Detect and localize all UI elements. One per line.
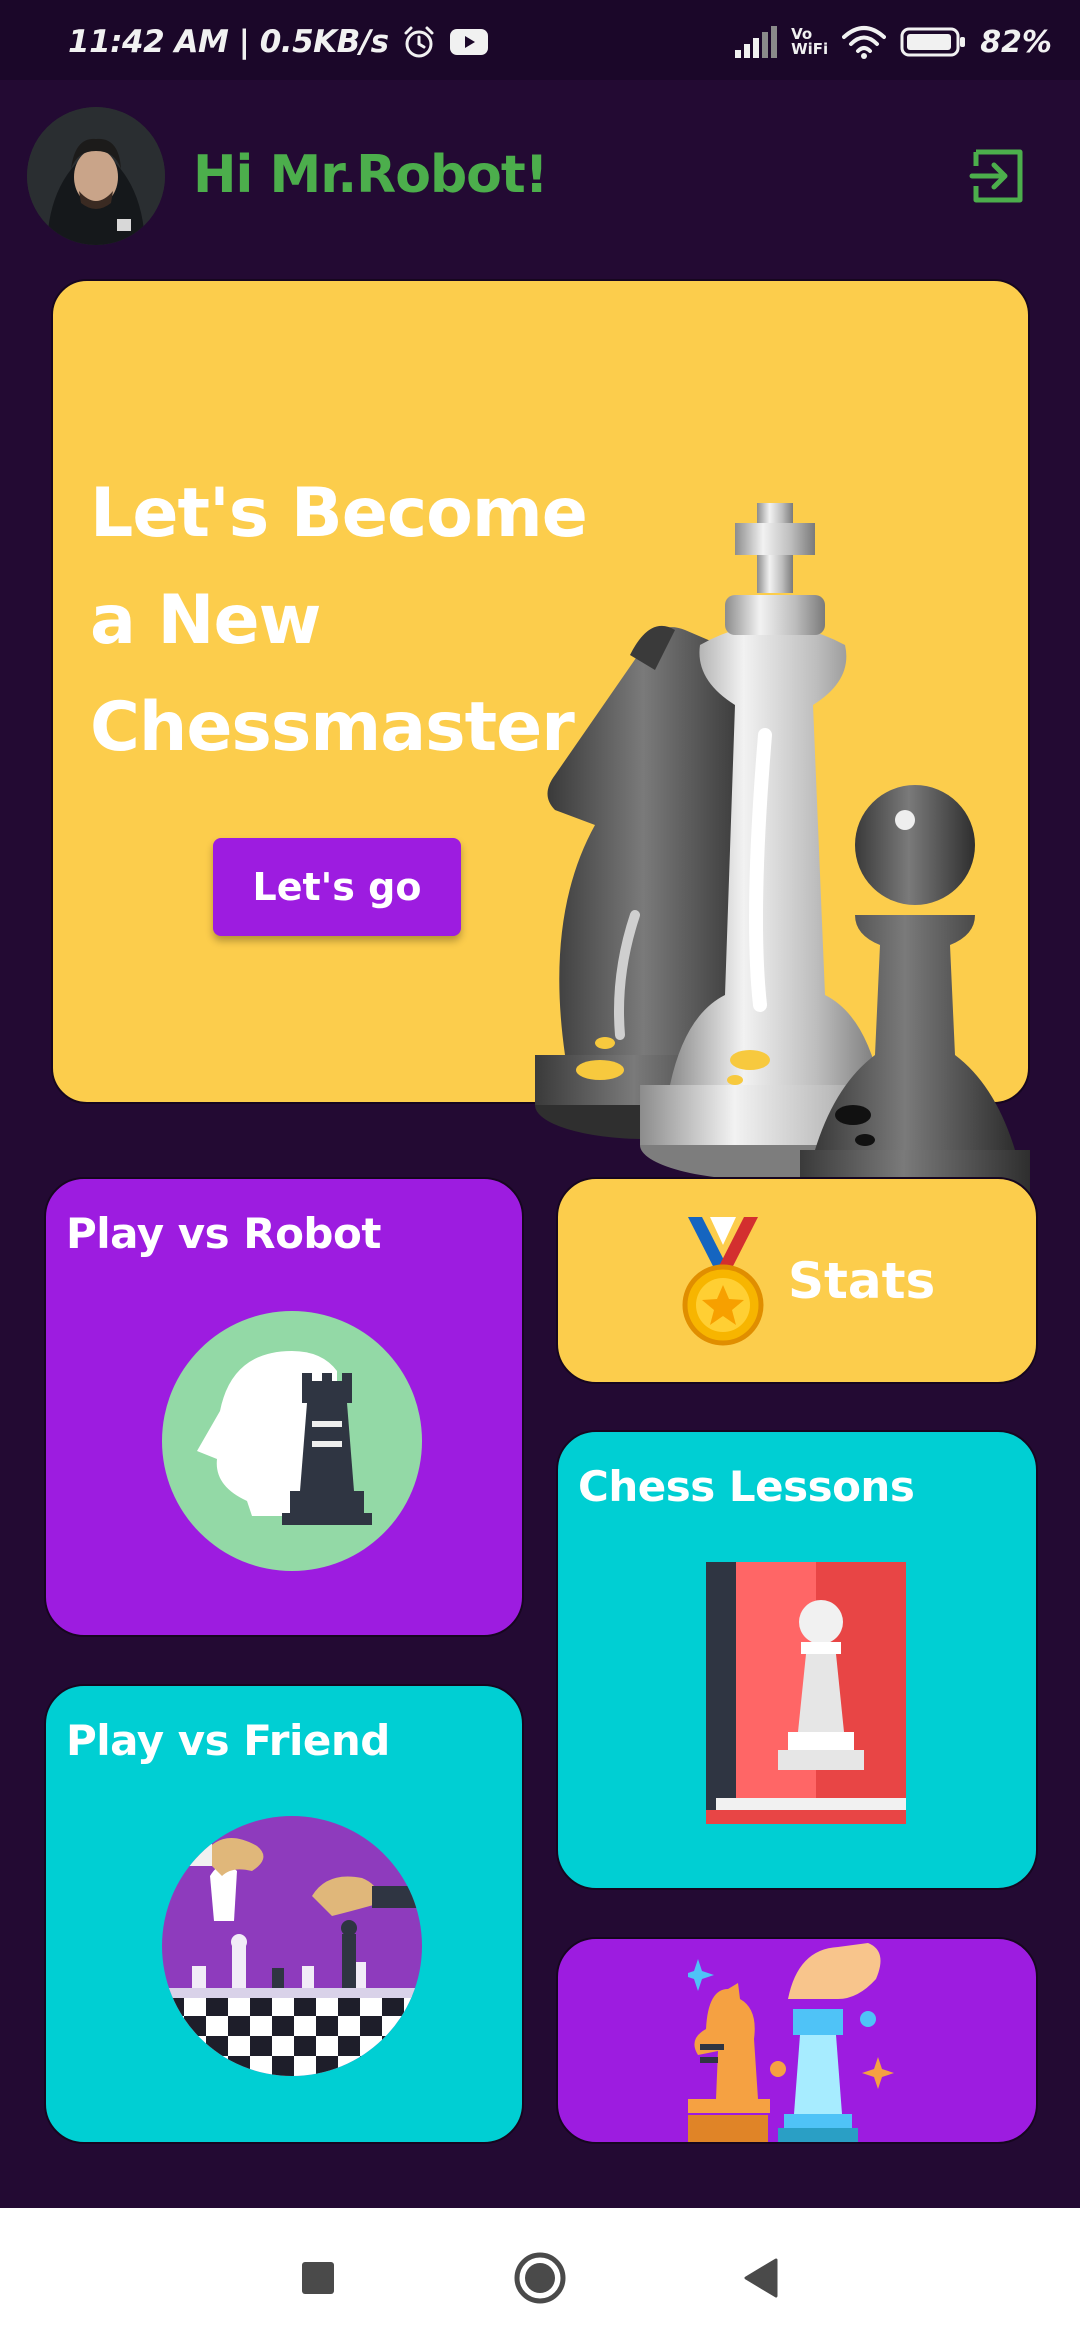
recent-apps-button[interactable]	[288, 2248, 348, 2308]
medal-icon	[682, 1217, 764, 1346]
book-pawn-icon	[706, 1562, 906, 1824]
status-left: 11:42 AM | 0.5KB/s	[68, 22, 489, 62]
circle-icon	[514, 2252, 566, 2304]
logout-button[interactable]	[968, 148, 1028, 204]
vowifi-indicator: Vo WiFi	[791, 27, 828, 57]
chess-knight-hand-icon	[688, 1943, 894, 2142]
avatar-portrait-icon	[27, 107, 165, 245]
chess-lessons-card[interactable]: Chess Lessons	[556, 1430, 1038, 1890]
play-vs-friend-card[interactable]: Play vs Friend	[44, 1684, 524, 2144]
stats-card[interactable]: Stats	[556, 1177, 1038, 1384]
square-icon	[302, 2262, 334, 2294]
system-navigation-bar	[0, 2208, 1080, 2340]
robot-head-rook-icon	[162, 1311, 422, 1571]
play-vs-robot-title: Play vs Robot	[66, 1209, 381, 1258]
signal-icon	[735, 26, 778, 58]
greeting-title: Hi Mr.Robot!	[193, 145, 548, 205]
vowifi-bottom: WiFi	[791, 40, 829, 58]
chess-lessons-title: Chess Lessons	[578, 1462, 915, 1511]
logout-icon	[969, 149, 1023, 203]
friends-playing-chess-icon	[162, 1816, 422, 2076]
stats-title: Stats	[788, 1252, 936, 1310]
alarm-icon	[404, 26, 434, 58]
pawn-piece	[800, 785, 1030, 1214]
play-vs-robot-card[interactable]: Play vs Robot	[44, 1177, 524, 1637]
triangle-back-icon	[744, 2258, 778, 2298]
extra-feature-card[interactable]	[556, 1937, 1038, 2144]
wifi-icon	[842, 26, 887, 59]
status-time-speed: 11:42 AM | 0.5KB/s	[68, 24, 389, 60]
checkerboard	[162, 1996, 422, 2076]
youtube-icon	[449, 29, 488, 55]
lets-go-button[interactable]: Let's go	[213, 838, 461, 936]
play-vs-friend-title: Play vs Friend	[66, 1716, 390, 1765]
battery-icon	[900, 27, 966, 57]
battery-percentage: 82%	[980, 24, 1052, 60]
home-button[interactable]	[510, 2248, 570, 2308]
back-button[interactable]	[732, 2248, 792, 2308]
status-bar: 11:42 AM | 0.5KB/s Vo WiFi 82%	[0, 0, 1080, 80]
avatar[interactable]	[27, 107, 165, 245]
status-right: Vo WiFi 82%	[733, 22, 1052, 62]
chess-pieces-illustration	[535, 503, 1030, 1214]
